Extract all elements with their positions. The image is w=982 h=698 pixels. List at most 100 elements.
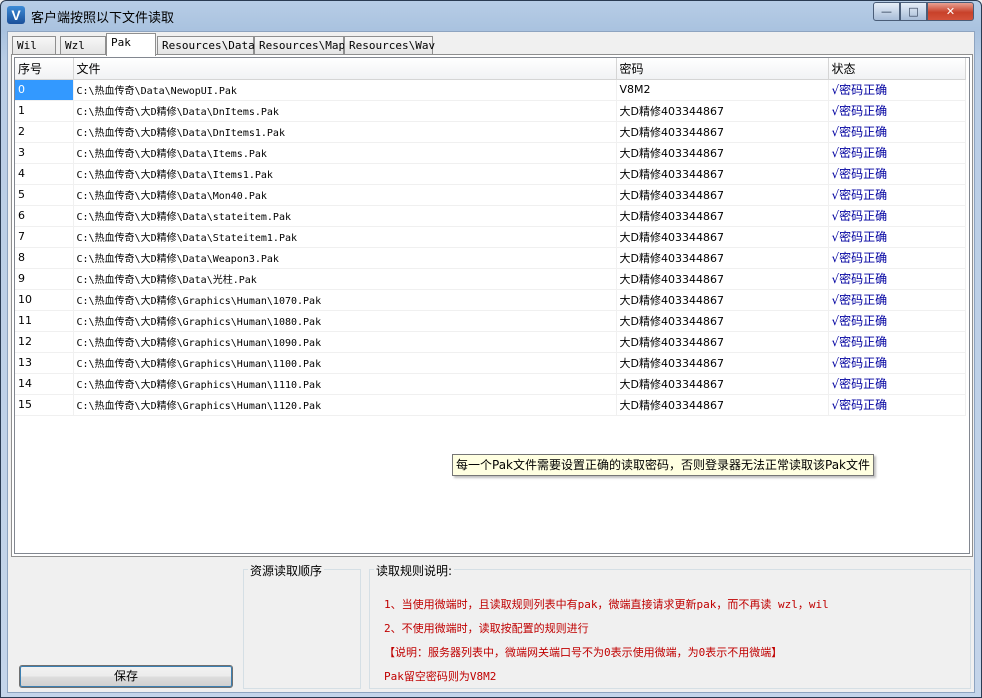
table-row[interactable]: 4 C:\热血传奇\大D精修\Data\Items1.Pak 大D精修4033448…	[15, 163, 966, 185]
row-file-cell: C:\热血传奇\大D精修\Graphics\Human\1070.Pak	[73, 289, 617, 311]
table-header-row: 序号 文件 密码 状态	[15, 58, 966, 80]
minimize-button[interactable]: —	[873, 2, 900, 21]
row-file-cell: C:\热血传奇\大D精修\Data\Weapon3.Pak	[73, 247, 617, 269]
row-password-cell[interactable]: 大D精修403344867	[616, 373, 829, 395]
rule-line-4: Pak留空密码则为V8M2	[384, 670, 497, 683]
table-row[interactable]: 3 C:\热血传奇\大D精修\Data\Items.Pak 大D精修40334486…	[15, 142, 966, 164]
tab-resources-data[interactable]: Resources\Data	[157, 36, 255, 55]
row-password-cell[interactable]: 大D精修403344867	[616, 142, 829, 164]
row-file-cell: C:\热血传奇\大D精修\Data\Items1.Pak	[73, 163, 617, 185]
tab-resources-map[interactable]: Resources\Map	[254, 36, 345, 55]
column-header-index[interactable]: 序号	[15, 58, 74, 80]
row-password-cell[interactable]: 大D精修403344867	[616, 226, 829, 248]
row-status-cell: √密码正确	[828, 184, 966, 206]
row-password-cell[interactable]: 大D精修403344867	[616, 352, 829, 374]
row-password-cell[interactable]: 大D精修403344867	[616, 310, 829, 332]
row-status-cell: √密码正确	[828, 331, 966, 353]
row-file-cell: C:\热血传奇\大D精修\Data\stateitem.Pak	[73, 205, 617, 227]
title-bar[interactable]: V 客户端按照以下文件读取 — □ ✕	[1, 1, 981, 31]
row-file-cell: C:\热血传奇\大D精修\Data\Stateitem1.Pak	[73, 226, 617, 248]
row-file-cell: C:\热血传奇\大D精修\Graphics\Human\1090.Pak	[73, 331, 617, 353]
resource-order-title: 资源读取顺序	[248, 562, 325, 579]
row-password-cell[interactable]: 大D精修403344867	[616, 121, 829, 143]
row-password-cell[interactable]: 大D精修403344867	[616, 205, 829, 227]
row-status-cell: √密码正确	[828, 352, 966, 374]
tooltip: 每一个Pak文件需要设置正确的读取密码，否则登录器无法正常读取该Pak文件	[452, 454, 875, 476]
row-index-cell: 0	[15, 79, 74, 101]
column-header-password[interactable]: 密码	[616, 58, 829, 80]
table-row[interactable]: 6 C:\热血传奇\大D精修\Data\stateitem.Pak 大D精修4033…	[15, 205, 966, 227]
row-status-cell: √密码正确	[828, 79, 966, 101]
row-index-cell: 5	[15, 184, 74, 206]
read-rules-title: 读取规则说明:	[374, 562, 455, 579]
app-icon: V	[7, 6, 25, 24]
row-password-cell[interactable]: 大D精修403344867	[616, 331, 829, 353]
row-index-cell: 9	[15, 268, 74, 290]
row-password-cell[interactable]: 大D精修403344867	[616, 100, 829, 122]
row-index-cell: 2	[15, 121, 74, 143]
close-button[interactable]: ✕	[927, 2, 974, 21]
table-row[interactable]: 10 C:\热血传奇\大D精修\Graphics\Human\1070.Pak 大D…	[15, 289, 966, 311]
row-index-cell: 12	[15, 331, 74, 353]
row-status-cell: √密码正确	[828, 205, 966, 227]
row-index-cell: 3	[15, 142, 74, 164]
row-index-cell: 8	[15, 247, 74, 269]
table-row[interactable]: 5 C:\热血传奇\大D精修\Data\Mon40.Pak 大D精修40334486…	[15, 184, 966, 206]
resource-order-group: 资源读取顺序	[243, 562, 361, 689]
row-status-cell: √密码正确	[828, 289, 966, 311]
column-header-file[interactable]: 文件	[73, 58, 617, 80]
row-password-cell[interactable]: V8M2	[616, 79, 829, 101]
read-rules-group: 读取规则说明: 1、当使用微端时，且读取规则列表中有pak，微端直接请求更新pa…	[369, 562, 971, 689]
row-index-cell: 15	[15, 394, 74, 416]
row-status-cell: √密码正确	[828, 268, 966, 290]
client-area: Wil Wzl Pak Resources\Data Resources\Map…	[7, 31, 975, 693]
row-index-cell: 14	[15, 373, 74, 395]
table-row[interactable]: 11 C:\热血传奇\大D精修\Graphics\Human\1080.Pak 大D…	[15, 310, 966, 332]
table-row[interactable]: 15 C:\热血传奇\大D精修\Graphics\Human\1120.Pak 大D…	[15, 394, 966, 416]
tab-wil[interactable]: Wil	[12, 36, 56, 55]
row-file-cell: C:\热血传奇\大D精修\Graphics\Human\1120.Pak	[73, 394, 617, 416]
row-file-cell: C:\热血传奇\大D精修\Data\光柱.Pak	[73, 268, 617, 290]
row-password-cell[interactable]: 大D精修403344867	[616, 394, 829, 416]
maximize-button[interactable]: □	[900, 2, 927, 21]
column-header-status[interactable]: 状态	[828, 58, 966, 80]
table-row[interactable]: 8 C:\热血传奇\大D精修\Data\Weapon3.Pak 大D精修403344…	[15, 247, 966, 269]
rule-line-1: 1、当使用微端时，且读取规则列表中有pak，微端直接请求更新pak，而不再读 w…	[384, 598, 829, 611]
table-row[interactable]: 0 C:\热血传奇\Data\NewopUI.Pak V8M2 √密码正确	[15, 79, 966, 101]
row-file-cell: C:\热血传奇\大D精修\Graphics\Human\1110.Pak	[73, 373, 617, 395]
row-file-cell: C:\热血传奇\大D精修\Data\DnItems1.Pak	[73, 121, 617, 143]
row-password-cell[interactable]: 大D精修403344867	[616, 289, 829, 311]
row-file-cell: C:\热血传奇\Data\NewopUI.Pak	[73, 79, 617, 101]
table-row[interactable]: 7 C:\热血传奇\大D精修\Data\Stateitem1.Pak 大D精修403…	[15, 226, 966, 248]
row-password-cell[interactable]: 大D精修403344867	[616, 184, 829, 206]
row-index-cell: 11	[15, 310, 74, 332]
table-row[interactable]: 13 C:\热血传奇\大D精修\Graphics\Human\1100.Pak 大D…	[15, 352, 966, 374]
row-file-cell: C:\热血传奇\大D精修\Data\DnItems.Pak	[73, 100, 617, 122]
tab-pak[interactable]: Pak	[106, 33, 156, 56]
row-file-cell: C:\热血传奇\大D精修\Data\Mon40.Pak	[73, 184, 617, 206]
row-status-cell: √密码正确	[828, 247, 966, 269]
row-index-cell: 1	[15, 100, 74, 122]
table-row[interactable]: 12 C:\热血传奇\大D精修\Graphics\Human\1090.Pak 大D…	[15, 331, 966, 353]
row-index-cell: 7	[15, 226, 74, 248]
row-password-cell[interactable]: 大D精修403344867	[616, 163, 829, 185]
table-row[interactable]: 2 C:\热血传奇\大D精修\Data\DnItems1.Pak 大D精修40334…	[15, 121, 966, 143]
row-status-cell: √密码正确	[828, 310, 966, 332]
row-password-cell[interactable]: 大D精修403344867	[616, 247, 829, 269]
row-password-cell[interactable]: 大D精修403344867	[616, 268, 829, 290]
row-index-cell: 13	[15, 352, 74, 374]
save-button[interactable]: 保存	[19, 665, 233, 688]
table-row[interactable]: 14 C:\热血传奇\大D精修\Graphics\Human\1110.Pak 大D…	[15, 373, 966, 395]
row-index-cell: 10	[15, 289, 74, 311]
tab-resources-wav[interactable]: Resources\Wav	[344, 36, 435, 55]
row-index-cell: 6	[15, 205, 74, 227]
row-status-cell: √密码正确	[828, 373, 966, 395]
tab-wzl[interactable]: Wzl	[60, 36, 106, 55]
pak-file-table[interactable]: 序号 文件 密码 状态 0 C:\热血传奇\Data\NewopUI.Pak V8M…	[14, 57, 970, 554]
pak-tab-panel: 序号 文件 密码 状态 0 C:\热血传奇\Data\NewopUI.Pak V8M…	[11, 54, 973, 557]
row-status-cell: √密码正确	[828, 226, 966, 248]
table-row[interactable]: 9 C:\热血传奇\大D精修\Data\光柱.Pak 大D精修403344867 √密…	[15, 268, 966, 290]
table-row[interactable]: 1 C:\热血传奇\大D精修\Data\DnItems.Pak 大D精修403344…	[15, 100, 966, 122]
bottom-area: 资源读取顺序 读取规则说明: 1、当使用微端时，且读取规则列表中有pak，微端直…	[11, 559, 973, 691]
row-index-cell: 4	[15, 163, 74, 185]
